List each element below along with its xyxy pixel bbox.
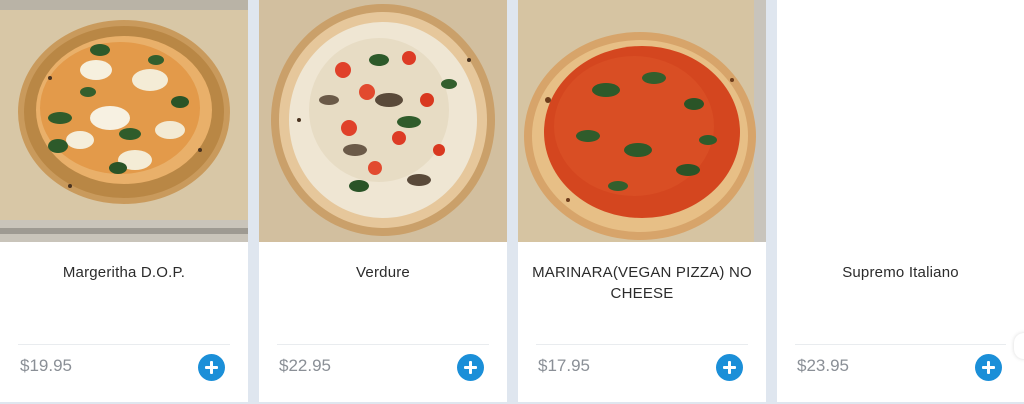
menu-item-card[interactable]: Supremo Italiano $23.95 xyxy=(777,0,1024,402)
menu-item-card[interactable]: Verdure $22.95 xyxy=(259,0,507,402)
item-photo-placeholder xyxy=(777,0,1024,242)
scroll-handle[interactable] xyxy=(1014,333,1024,359)
divider xyxy=(277,344,489,345)
divider xyxy=(18,344,230,345)
marinara-pizza-photo[interactable] xyxy=(518,0,766,242)
item-name: MARINARA(VEGAN PIZZA) NO CHEESE xyxy=(532,264,752,302)
divider xyxy=(795,344,1006,345)
add-to-cart-button[interactable] xyxy=(716,354,743,381)
add-to-cart-button[interactable] xyxy=(198,354,225,381)
menu-item-card[interactable]: MARINARA(VEGAN PIZZA) NO CHEESE $17.95 xyxy=(518,0,766,402)
add-to-cart-button[interactable] xyxy=(457,354,484,381)
item-price: $23.95 xyxy=(797,356,849,375)
verdure-pizza-photo[interactable] xyxy=(259,0,507,242)
item-name: Verdure xyxy=(356,264,410,281)
item-price: $17.95 xyxy=(538,356,590,375)
item-price: $19.95 xyxy=(20,356,72,375)
margherita-pizza-photo[interactable] xyxy=(0,0,248,242)
divider xyxy=(536,344,748,345)
item-price: $22.95 xyxy=(279,356,331,375)
menu-grid: Margeritha D.O.P. $19.95 Verdure $22.95 … xyxy=(0,0,1024,404)
add-to-cart-button[interactable] xyxy=(975,354,1002,381)
menu-item-card[interactable]: Margeritha D.O.P. $19.95 xyxy=(0,0,248,402)
item-name: Margeritha D.O.P. xyxy=(62,264,186,281)
item-name: Supremo Italiano xyxy=(842,264,959,281)
